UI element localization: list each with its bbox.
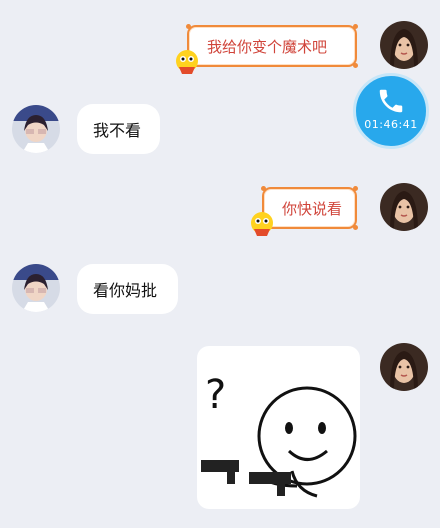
message-bubble-decorated[interactable]: 我给你变个魔术吧 <box>186 24 358 68</box>
friend-avatar[interactable] <box>12 264 60 312</box>
message-text: 看你妈批 <box>93 281 158 300</box>
sticker-drawing: ? <box>201 372 357 498</box>
voice-call-button[interactable]: 01:46:41 <box>353 73 429 149</box>
sticker-image[interactable]: ? <box>197 346 360 509</box>
self-avatar[interactable] <box>380 343 428 391</box>
sticker-question-mark: ? <box>205 372 226 418</box>
message-text: 我给你变个魔术吧 <box>207 37 328 56</box>
self-avatar-image <box>380 21 428 69</box>
message-bubble[interactable]: 看你妈批 <box>77 264 178 314</box>
message-bubble[interactable]: 我不看 <box>77 104 160 154</box>
bubble-mascot-icon <box>176 50 198 74</box>
message-text: 我不看 <box>93 121 142 140</box>
phone-icon <box>379 89 403 113</box>
self-avatar-image <box>380 183 428 231</box>
friend-avatar[interactable] <box>12 105 60 153</box>
friend-avatar-image <box>12 105 60 153</box>
message-text: 你快说看 <box>282 199 343 218</box>
bubble-mascot-icon <box>251 212 273 236</box>
friend-avatar-image <box>12 264 60 312</box>
self-avatar[interactable] <box>380 183 428 231</box>
self-avatar[interactable] <box>380 21 428 69</box>
self-avatar-image <box>380 343 428 391</box>
call-duration: 01:46:41 <box>364 118 418 131</box>
